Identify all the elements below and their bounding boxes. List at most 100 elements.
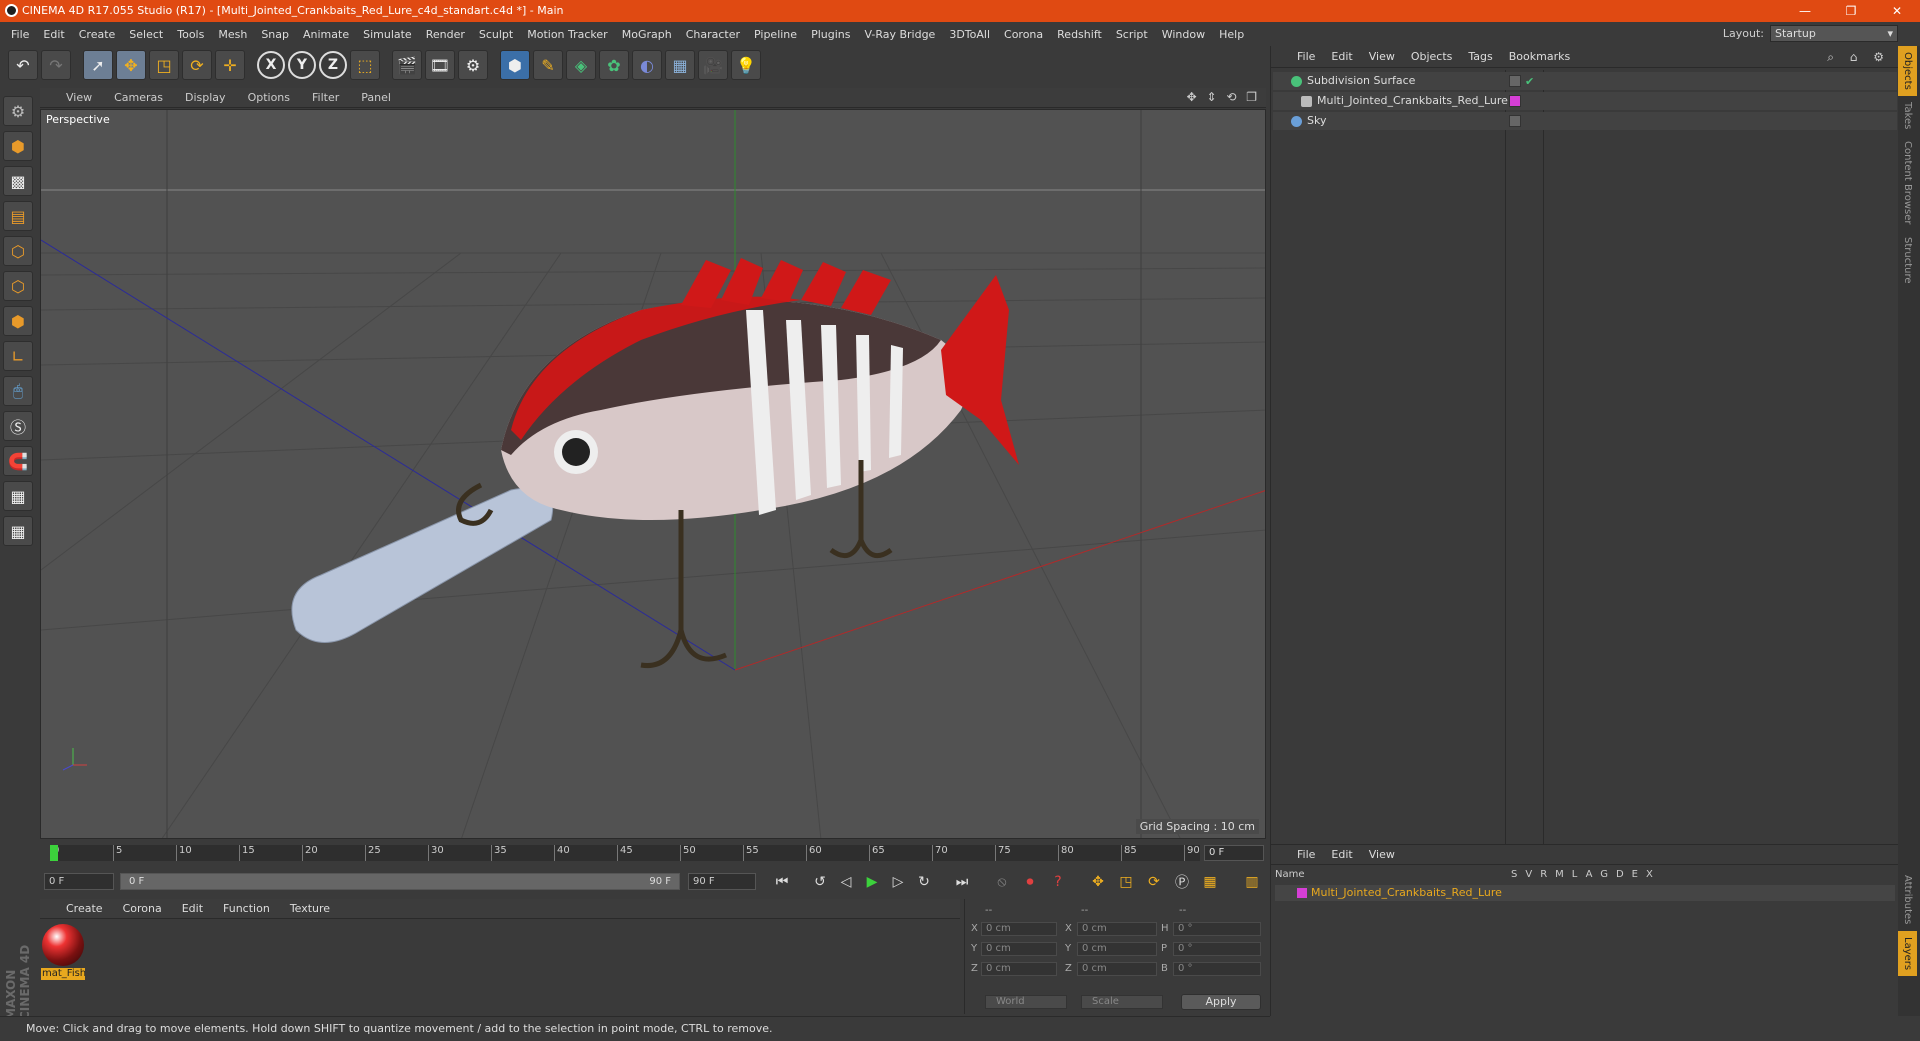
key-param-icon[interactable]: Ⓟ [1170, 870, 1194, 894]
menu-mograph[interactable]: MoGraph [615, 28, 679, 41]
make-editable-icon[interactable]: ⚙ [3, 96, 33, 126]
cube-icon[interactable]: ⬢ [500, 50, 530, 80]
object-menu-bookmarks[interactable]: Bookmarks [1501, 50, 1578, 63]
layer-menu-file[interactable]: File [1289, 848, 1323, 861]
menu-sculpt[interactable]: Sculpt [472, 28, 520, 41]
size-z-field[interactable]: 0 cm [1077, 962, 1157, 976]
viewport-menu-view[interactable]: View [54, 91, 102, 104]
menu-3dtoall[interactable]: 3DToAll [942, 28, 997, 41]
tab-attributes[interactable]: Attributes [1898, 869, 1917, 930]
start-frame-field[interactable]: 0 F [44, 873, 114, 890]
object-row-subdivision[interactable]: Subdivision Surface ✔ [1273, 72, 1897, 90]
axis-mode-icon[interactable]: ∟ [3, 341, 33, 371]
pen-icon[interactable]: ✎ [533, 50, 563, 80]
menu-file[interactable]: File [4, 28, 36, 41]
tweak-mode-icon[interactable]: 🖱 [3, 376, 33, 406]
close-button[interactable]: ✕ [1874, 0, 1920, 22]
object-menu-file[interactable]: File [1289, 50, 1323, 63]
object-layer-swatch[interactable] [1509, 95, 1521, 107]
y-axis-icon[interactable]: Y [288, 51, 316, 79]
timeline-window-icon[interactable]: ▥ [1240, 870, 1264, 894]
move-icon[interactable]: ✥ [116, 50, 146, 80]
key-scale-icon[interactable]: ◳ [1114, 870, 1138, 894]
object-menu-objects[interactable]: Objects [1403, 50, 1461, 63]
play-icon[interactable]: ▶ [860, 870, 884, 894]
rotation-b-field[interactable]: 0 ° [1173, 962, 1261, 976]
layer-menu-edit[interactable]: Edit [1323, 848, 1360, 861]
material-preview-icon[interactable] [42, 924, 84, 966]
object-name[interactable]: Multi_Jointed_Crankbaits_Red_Lure [1317, 94, 1508, 107]
size-x-field[interactable]: 0 cm [1077, 922, 1157, 936]
rotate-icon[interactable]: ⟳ [182, 50, 212, 80]
menu-snap[interactable]: Snap [254, 28, 296, 41]
object-visibility-toggle[interactable] [1509, 75, 1521, 87]
object-menu-view[interactable]: View [1361, 50, 1403, 63]
next-frame-icon[interactable]: ▷ [886, 870, 910, 894]
end-frame-field[interactable]: 90 F [688, 873, 756, 890]
cloner-icon[interactable]: ✿ [599, 50, 629, 80]
tab-structure[interactable]: Structure [1898, 231, 1917, 290]
snap-icon[interactable]: Ⓢ [3, 411, 33, 441]
grid-lock-icon[interactable]: ▦ [3, 481, 33, 511]
render-settings-icon[interactable]: ⚙ [458, 50, 488, 80]
object-manager-search-icons[interactable]: ⌕ ⌂ ⚙ [1827, 50, 1890, 65]
transform-icon[interactable]: ✛ [215, 50, 245, 80]
menu-pipeline[interactable]: Pipeline [747, 28, 804, 41]
viewport-menu-panel[interactable]: Panel [349, 91, 401, 104]
menu-tools[interactable]: Tools [170, 28, 211, 41]
polygons-mode-icon[interactable]: ⬢ [3, 306, 33, 336]
coord-type-select[interactable]: Scale [1081, 995, 1163, 1009]
prev-key-icon[interactable]: ↺ [808, 870, 832, 894]
prev-frame-icon[interactable]: ◁ [834, 870, 858, 894]
key-position-icon[interactable]: ✥ [1086, 870, 1110, 894]
x-axis-icon[interactable]: X [257, 51, 285, 79]
position-y-field[interactable]: 0 cm [981, 942, 1057, 956]
material-menu-texture[interactable]: Texture [278, 902, 338, 915]
menu-create[interactable]: Create [72, 28, 123, 41]
viewport-menu-cameras[interactable]: Cameras [102, 91, 173, 104]
viewport-menu-options[interactable]: Options [236, 91, 300, 104]
rotation-p-field[interactable]: 0 ° [1173, 942, 1261, 956]
go-to-start-icon[interactable]: ⏮ [770, 870, 794, 894]
viewport-menu-filter[interactable]: Filter [300, 91, 349, 104]
menu-motion-tracker[interactable]: Motion Tracker [520, 28, 614, 41]
position-x-field[interactable]: 0 cm [981, 922, 1057, 936]
subdivision-icon[interactable]: ◈ [566, 50, 596, 80]
object-name[interactable]: Sky [1307, 114, 1326, 127]
menu-plugins[interactable]: Plugins [804, 28, 857, 41]
object-menu-edit[interactable]: Edit [1323, 50, 1360, 63]
object-row-lure[interactable]: Multi_Jointed_Crankbaits_Red_Lure [1273, 92, 1897, 110]
points-mode-icon[interactable]: ⬡ [3, 236, 33, 266]
tab-takes[interactable]: Takes [1898, 96, 1917, 135]
coord-mode-select[interactable]: World [985, 995, 1067, 1009]
menu-redshift[interactable]: Redshift [1050, 28, 1109, 41]
texture-mode-icon[interactable]: ▩ [3, 166, 33, 196]
timeline-ruler[interactable]: 0 5 10 15 20 25 30 35 40 45 50 55 60 65 … [50, 845, 1200, 861]
layout-select[interactable]: Startup [1770, 25, 1898, 42]
menu-edit[interactable]: Edit [36, 28, 71, 41]
material-menu-create[interactable]: Create [54, 902, 111, 915]
material-menu-edit[interactable]: Edit [170, 902, 211, 915]
undo-icon[interactable]: ↶ [8, 50, 38, 80]
layer-row[interactable]: Multi_Jointed_Crankbaits_Red_Lure [1275, 885, 1895, 901]
magnet-icon[interactable]: 🧲 [3, 446, 33, 476]
3d-viewport[interactable]: Perspective Grid Spacing : 10 cm [40, 109, 1266, 839]
timeline-playhead[interactable] [50, 845, 58, 861]
object-menu-tags[interactable]: Tags [1460, 50, 1500, 63]
light-icon[interactable]: 💡 [731, 50, 761, 80]
rotation-h-field[interactable]: 0 ° [1173, 922, 1261, 936]
viewport-menu-display[interactable]: Display [173, 91, 236, 104]
menu-render[interactable]: Render [419, 28, 472, 41]
render-pv-icon[interactable]: 🎞 [425, 50, 455, 80]
material-menu-function[interactable]: Function [211, 902, 278, 915]
menu-mesh[interactable]: Mesh [211, 28, 254, 41]
redo-icon[interactable]: ↷ [41, 50, 71, 80]
menu-select[interactable]: Select [122, 28, 170, 41]
menu-corona[interactable]: Corona [997, 28, 1050, 41]
menu-script[interactable]: Script [1109, 28, 1155, 41]
tab-objects[interactable]: Objects [1898, 46, 1917, 96]
layer-menu-view[interactable]: View [1361, 848, 1403, 861]
object-name[interactable]: Subdivision Surface [1307, 74, 1415, 87]
z-axis-icon[interactable]: Z [319, 51, 347, 79]
select-icon[interactable]: ➚ [83, 50, 113, 80]
